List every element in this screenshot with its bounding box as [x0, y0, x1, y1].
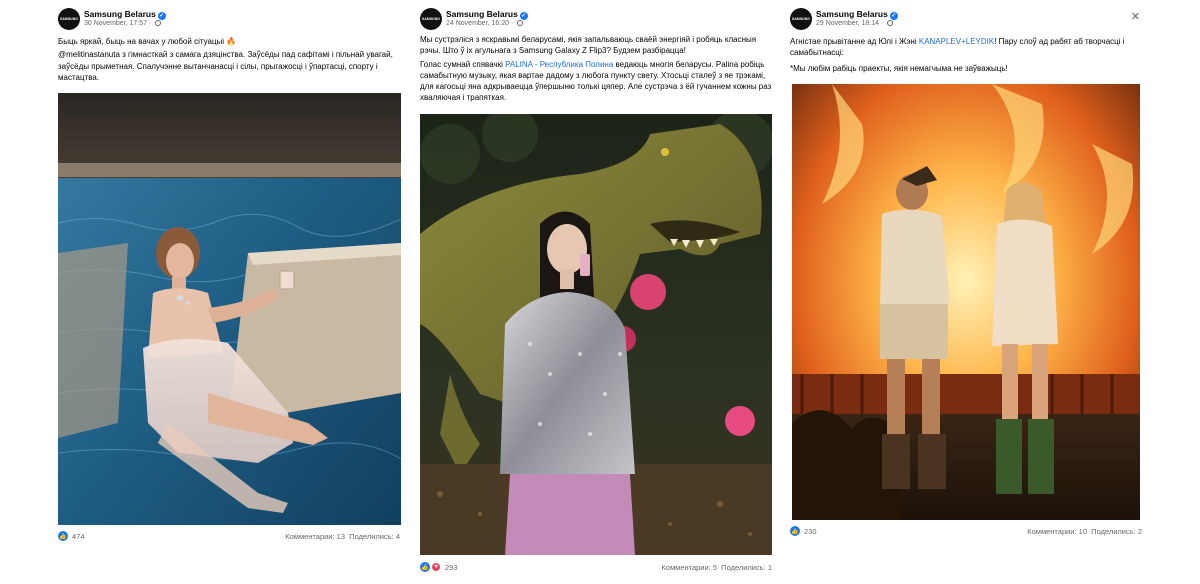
globe-icon — [887, 20, 894, 26]
post-text: Мы сустрэліся з яскравымі беларусамі, як… — [420, 34, 772, 106]
author-name[interactable]: Samsung Belarus ✓ — [84, 9, 166, 20]
comment-count[interactable]: Комментарии: 13 — [285, 532, 345, 541]
globe-icon — [155, 20, 162, 26]
post-image[interactable] — [792, 84, 1140, 520]
like-icon: 👍 — [790, 526, 800, 536]
author-label[interactable]: Samsung Belarus — [816, 9, 888, 19]
page-link[interactable]: KANAPLEV+LEYDIK — [919, 37, 994, 46]
comment-count[interactable]: Комментарии: 5 — [661, 563, 717, 572]
close-icon[interactable]: ✕ — [1131, 10, 1140, 23]
post-paragraph: Быць яркай, быць на вачах у любой сітуац… — [58, 37, 237, 46]
post-stats: Комментарии: 10 Поделились: 2 — [1027, 527, 1142, 536]
post-paragraph: Голас сумнай спявачкі PALINA - Республик… — [420, 59, 772, 104]
verified-badge-icon: ✓ — [519, 12, 528, 20]
share-count[interactable]: Поделились: 1 — [721, 563, 772, 572]
post-paragraph: *Мы любім рабіць праекты, якія немагчыма… — [790, 63, 1008, 73]
post-date[interactable]: 30 November, 17:57 — [84, 20, 147, 27]
page-link[interactable]: PALINA - Республика Полина — [505, 60, 613, 69]
comment-count[interactable]: Комментарии: 10 — [1027, 527, 1087, 536]
post-header: SAMSUNG Samsung Belarus ✓ 30 November, 17… — [58, 6, 400, 36]
post-image[interactable] — [58, 93, 401, 525]
verified-badge-icon: ✓ — [889, 12, 898, 20]
heart-icon: ♥ — [431, 562, 441, 572]
avatar[interactable]: SAMSUNG — [420, 8, 442, 30]
text-segment: Агністае прывітанне ад Юлі і Жэні — [790, 37, 919, 46]
author-label[interactable]: Samsung Belarus — [84, 9, 156, 19]
share-count[interactable]: Поделились: 2 — [1091, 527, 1142, 536]
avatar[interactable]: SAMSUNG — [790, 8, 812, 30]
post-text: Быць яркай, быць на вачах у любой сітуац… — [58, 36, 400, 85]
post-card: SAMSUNG Samsung Belarus ✓ 30 November, 17… — [50, 0, 408, 550]
post-header: SAMSUNG Samsung Belarus ✓ 29 November, 18… — [790, 6, 1142, 36]
post-image[interactable] — [420, 114, 772, 555]
post-meta: 30 November, 17:57 · — [84, 20, 162, 27]
reactions[interactable]: 👍 ♥ 293 — [420, 562, 458, 572]
post-text: Агністае прывітанне ад Юлі і Жэні KANAPL… — [790, 36, 1142, 76]
post-paragraph: Мы сустрэліся з яскравымі беларусамі, як… — [420, 35, 757, 56]
globe-icon — [517, 20, 524, 26]
reactions[interactable]: 👍 230 — [790, 526, 817, 536]
fire-photo — [792, 84, 1140, 520]
post-paragraph: @melitinastanuta з гімнасткай з самага д… — [58, 50, 393, 82]
post-stats: Комментарии: 5 Поделились: 1 — [661, 563, 772, 572]
dinosaur-photo — [420, 114, 772, 555]
author-name[interactable]: Samsung Belarus ✓ — [446, 9, 528, 20]
author-name[interactable]: Samsung Belarus ✓ — [816, 9, 898, 20]
author-label[interactable]: Samsung Belarus — [446, 9, 518, 19]
post-paragraph: Агністае прывітанне ад Юлі і Жэні KANAPL… — [790, 36, 1142, 59]
text-segment: Голас сумнай спявачкі — [420, 59, 506, 69]
post-meta: 24 November, 16:20 · — [446, 20, 524, 27]
post-date[interactable]: 24 November, 16:20 — [446, 20, 509, 27]
like-count[interactable]: 230 — [804, 527, 817, 536]
post-card: SAMSUNG Samsung Belarus ✓ 29 November, 18… — [782, 0, 1150, 550]
like-icon: 👍 — [420, 562, 430, 572]
like-count[interactable]: 293 — [445, 563, 458, 572]
post-header: SAMSUNG Samsung Belarus ✓ 24 November, 16… — [420, 6, 772, 36]
pool-photo — [58, 93, 401, 525]
post-stats: Комментарии: 13 Поделились: 4 — [285, 532, 400, 541]
post-meta: 29 November, 18:14 · — [816, 20, 894, 27]
post-date[interactable]: 29 November, 18:14 — [816, 20, 879, 27]
like-count[interactable]: 474 — [72, 532, 85, 541]
like-icon: 👍 — [58, 531, 68, 541]
share-count[interactable]: Поделились: 4 — [349, 532, 400, 541]
verified-badge-icon: ✓ — [157, 12, 166, 20]
post-card: SAMSUNG Samsung Belarus ✓ 24 November, 16… — [412, 0, 780, 584]
reactions[interactable]: 👍 474 — [58, 531, 85, 541]
avatar[interactable]: SAMSUNG — [58, 8, 80, 30]
